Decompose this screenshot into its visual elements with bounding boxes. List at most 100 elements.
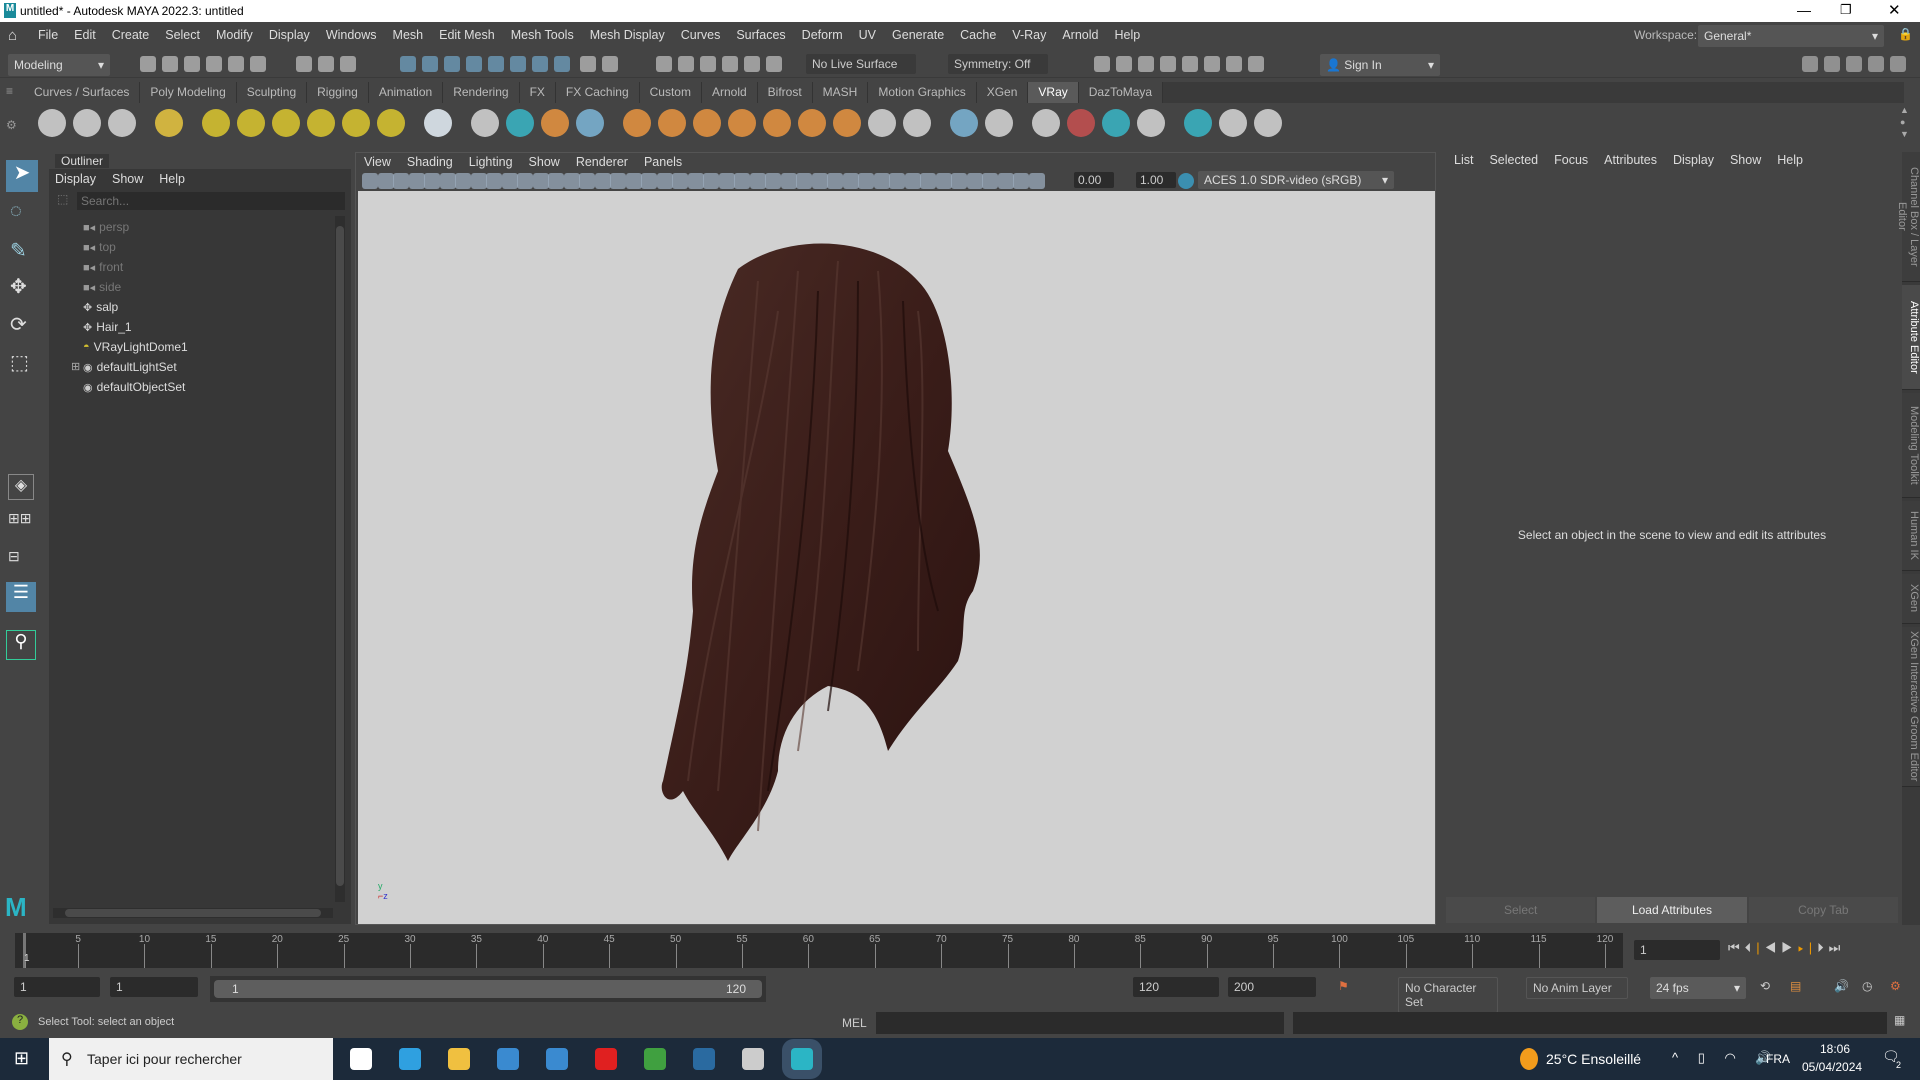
- cache-icon[interactable]: ▤: [1790, 979, 1801, 993]
- search-icon[interactable]: ⚲: [6, 630, 36, 660]
- shelf-tab-sculpting[interactable]: Sculpting: [236, 82, 308, 103]
- file-tool-3-icon[interactable]: [184, 56, 200, 72]
- selection-mask-3-icon[interactable]: [340, 56, 356, 72]
- viewport-tool-25-icon[interactable]: [734, 173, 750, 189]
- volume-grid-icon[interactable]: [576, 109, 604, 137]
- help-icon[interactable]: ?: [12, 1014, 28, 1030]
- side-tab-human-ik[interactable]: Human IK: [1902, 501, 1920, 571]
- close-button[interactable]: ✕: [1888, 1, 1901, 19]
- viewport-tool-29-icon[interactable]: [796, 173, 812, 189]
- outliner-item[interactable]: ◓ VRayLightDome1: [83, 340, 188, 354]
- loop-icon[interactable]: ⟲: [1760, 979, 1770, 993]
- outliner-item[interactable]: ◉ defaultLightSet: [83, 360, 177, 374]
- instancer-icon[interactable]: [798, 109, 826, 137]
- time-settings-icon[interactable]: ◷: [1862, 979, 1872, 993]
- two-view-layout-icon[interactable]: ⊟: [8, 548, 34, 574]
- mesh-light-icon[interactable]: [307, 109, 335, 137]
- viewport-menu-renderer[interactable]: Renderer: [568, 155, 636, 169]
- outliner-search-input[interactable]: [77, 192, 345, 210]
- menu-cache[interactable]: Cache: [952, 28, 1004, 42]
- shelf-settings-icon[interactable]: ⚙: [6, 118, 17, 132]
- viewport-tool-39-icon[interactable]: [951, 173, 967, 189]
- color-management-toggle-icon[interactable]: [1178, 173, 1194, 189]
- menu-curves[interactable]: Curves: [673, 28, 729, 42]
- menu-deform[interactable]: Deform: [794, 28, 851, 42]
- viewport-menu-shading[interactable]: Shading: [399, 155, 461, 169]
- viewport-tool-24-icon[interactable]: [718, 173, 735, 189]
- ies-light-icon[interactable]: [342, 109, 370, 137]
- shelf-tab-fx-caching[interactable]: FX Caching: [555, 82, 640, 103]
- hair-model[interactable]: [358, 191, 1435, 924]
- viewport-tool-33-icon[interactable]: [858, 173, 874, 189]
- viewport-tool-8-icon[interactable]: [470, 173, 487, 189]
- outliner-item[interactable]: ✥ Hair_1: [83, 320, 132, 334]
- home-icon[interactable]: ⌂: [8, 27, 17, 44]
- snap-4-icon[interactable]: [466, 56, 482, 72]
- shelf-tab-rigging[interactable]: Rigging: [307, 82, 369, 103]
- playback-start-field[interactable]: 1: [110, 977, 198, 997]
- color-space-dropdown[interactable]: ACES 1.0 SDR-video (sRGB) ▾: [1198, 171, 1394, 189]
- shelf-tab-mash[interactable]: MASH: [812, 82, 869, 103]
- edge-icon[interactable]: [399, 1048, 421, 1070]
- go-to-start-icon[interactable]: ⏮: [1728, 940, 1745, 955]
- selection-mask-2-icon[interactable]: [318, 56, 334, 72]
- render-5-icon[interactable]: [1182, 56, 1198, 72]
- proxy-import-icon[interactable]: [506, 109, 534, 137]
- menu-mesh-tools[interactable]: Mesh Tools: [503, 28, 582, 42]
- render-3-icon[interactable]: [1138, 56, 1154, 72]
- time-slider[interactable]: 1 5 10 15 20 25 30 35 40 45 50 55 60 65 70 75 80 85 90 95 1…: [15, 933, 1623, 968]
- play-backwards-icon[interactable]: ◀: [1765, 940, 1782, 955]
- viewport-tool-38-icon[interactable]: [935, 173, 952, 189]
- restore-button[interactable]: ❐: [1840, 2, 1852, 18]
- rect-light-icon[interactable]: [237, 109, 265, 137]
- history-tool-3-icon[interactable]: [700, 56, 716, 72]
- panel-toggle-5-icon[interactable]: [1890, 56, 1906, 72]
- outliner-layout-icon[interactable]: ☰: [6, 582, 36, 612]
- command-language-toggle[interactable]: MEL: [842, 1016, 867, 1030]
- shelf-tab-rendering[interactable]: Rendering: [443, 82, 520, 103]
- viewport-menu-lighting[interactable]: Lighting: [461, 155, 521, 169]
- single-perspective-layout-icon[interactable]: ◈: [8, 474, 34, 500]
- physical-camera-icon[interactable]: [950, 109, 978, 137]
- viewport-tool-17-icon[interactable]: [610, 173, 626, 189]
- history-tool-1-icon[interactable]: [656, 56, 672, 72]
- shelf-menu-icon[interactable]: ≡: [6, 84, 13, 98]
- viewport-tool-16-icon[interactable]: [594, 173, 611, 189]
- select-button[interactable]: Select: [1446, 897, 1596, 923]
- menu-edit[interactable]: Edit: [66, 28, 104, 42]
- side-tab-modeling-toolkit[interactable]: Modeling Toolkit: [1902, 393, 1920, 498]
- viewport-tool-15-icon[interactable]: [579, 173, 595, 189]
- viewport-tool-10-icon[interactable]: [501, 173, 518, 189]
- menu-v-ray[interactable]: V-Ray: [1004, 28, 1054, 42]
- viewport-tool-6-icon[interactable]: [439, 173, 456, 189]
- menu-generate[interactable]: Generate: [884, 28, 952, 42]
- outliner-menu-show[interactable]: Show: [104, 172, 151, 186]
- menu-windows[interactable]: Windows: [318, 28, 385, 42]
- file-tool-5-icon[interactable]: [228, 56, 244, 72]
- render-4-icon[interactable]: [1160, 56, 1176, 72]
- opera-icon[interactable]: [595, 1048, 617, 1070]
- viewport-tool-41-icon[interactable]: [982, 173, 998, 189]
- viewport-tool-27-icon[interactable]: [765, 173, 781, 189]
- menu-set-dropdown[interactable]: Modeling ▾: [8, 54, 110, 76]
- viewport-tool-9-icon[interactable]: [486, 173, 502, 189]
- history-tool-5-icon[interactable]: [744, 56, 760, 72]
- expand-icon[interactable]: ⊞: [71, 360, 80, 373]
- viewport-tool-22-icon[interactable]: [687, 173, 704, 189]
- shelf-scroll[interactable]: ▲ ● ▼: [1900, 104, 1909, 140]
- shelf-tab-poly-modeling[interactable]: Poly Modeling: [140, 82, 237, 103]
- history-tool-4-icon[interactable]: [722, 56, 738, 72]
- viewport-tool-4-icon[interactable]: [408, 173, 425, 189]
- character-set-dropdown[interactable]: No Character Set: [1398, 977, 1498, 1013]
- grass-icon[interactable]: [693, 109, 721, 137]
- history-tool-6-icon[interactable]: [766, 56, 782, 72]
- auto-key-icon[interactable]: ⚑: [1338, 979, 1349, 993]
- panel-toggle-3-icon[interactable]: [1846, 56, 1862, 72]
- filter-icon[interactable]: ⬚: [57, 192, 68, 206]
- outliner-item[interactable]: ■◂ persp: [83, 220, 129, 234]
- render-6-icon[interactable]: [1204, 56, 1220, 72]
- viewport-menu-panels[interactable]: Panels: [636, 155, 690, 169]
- fur-icon[interactable]: [623, 109, 651, 137]
- menu-uv[interactable]: UV: [851, 28, 884, 42]
- viewport-tool-30-icon[interactable]: [811, 173, 828, 189]
